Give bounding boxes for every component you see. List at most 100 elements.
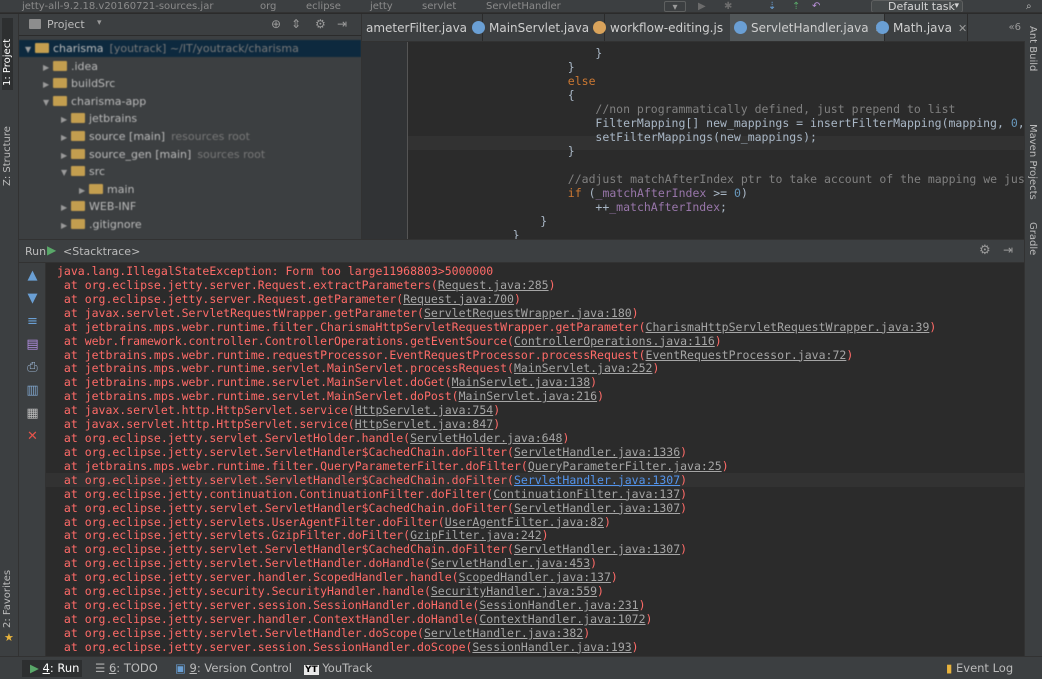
stacktrace-link[interactable]: SecurityHandler.java:559 — [431, 584, 597, 598]
hide-panel-icon[interactable]: ⇥ — [337, 17, 347, 31]
tab-servlethandler-java[interactable]: ServletHandler.java✕ — [730, 14, 885, 41]
tree-item[interactable]: ▼ src — [19, 163, 361, 180]
tree-item[interactable]: ▶ .gitignore — [19, 216, 361, 233]
stacktrace-link[interactable]: HttpServlet.java:754 — [355, 403, 493, 417]
print-icon[interactable]: ⎙ — [25, 360, 40, 375]
close-icon[interactable]: ✕ — [958, 22, 967, 35]
editor-gutter[interactable] — [362, 42, 408, 239]
tab-gradle[interactable]: Gradle — [1027, 222, 1038, 282]
tab-favorites[interactable]: 2: Favorites — [2, 562, 13, 632]
project-panel-title[interactable]: Project — [47, 18, 85, 31]
tree-item[interactable]: ▼ charisma-app — [19, 93, 361, 110]
chevron-icon[interactable]: ▼ — [25, 41, 35, 58]
tab-math-java[interactable]: Math.java ✕ — [872, 14, 969, 41]
code-editor[interactable]: }} else{//non programmatically defined, j… — [362, 42, 1025, 239]
tree-item[interactable]: ▶ .idea — [19, 58, 361, 75]
tabs-overflow[interactable]: «6 — [1009, 22, 1022, 33]
stacktrace-link[interactable]: MainServlet.java:252 — [514, 361, 652, 375]
stacktrace-link[interactable]: EventRequestProcessor.java:72 — [646, 348, 847, 362]
stacktrace-link[interactable]: ServletHandler.java:1307 — [514, 542, 680, 556]
tab-event-log[interactable]: ▮ Event Log — [946, 660, 1013, 677]
stacktrace-link[interactable]: Request.java:285 — [438, 278, 549, 292]
search-everywhere-icon[interactable]: ⌕ — [1026, 1, 1032, 12]
clear-icon[interactable]: ▥ — [25, 383, 40, 398]
chevron-icon[interactable]: ▶ — [79, 182, 89, 199]
stacktrace-link[interactable]: QueryParameterFilter.java:25 — [528, 459, 722, 473]
up-arrow-icon[interactable]: ▲ — [25, 268, 40, 283]
chevron-icon[interactable]: ▼ — [61, 164, 71, 181]
tree-item[interactable]: ▶ jetbrains — [19, 110, 361, 127]
tab-stacktrace[interactable]: <Stacktrace> — [63, 245, 140, 258]
stacktrace-link[interactable]: SessionHandler.java:193 — [472, 640, 631, 654]
gear-icon[interactable]: ⚙ — [979, 243, 991, 258]
tree-item[interactable]: ▶ main — [19, 181, 361, 198]
run-icon[interactable]: ▶ — [47, 243, 56, 257]
tree-item[interactable]: ▶ buildSrc — [19, 75, 361, 92]
stacktrace-link[interactable]: ServletHolder.java:648 — [410, 431, 562, 445]
tab-ameterfilter-java[interactable]: ameterFilter.java✕ — [362, 14, 484, 41]
run-icon[interactable]: ▶ — [698, 1, 706, 12]
stacktrace-link[interactable]: UserAgentFilter.java:82 — [445, 515, 604, 529]
stacktrace-link[interactable]: SessionHandler.java:231 — [479, 598, 638, 612]
breadcrumb-jetty[interactable]: jetty — [370, 0, 393, 12]
run-config-select[interactable]: Default task ▾ — [871, 0, 963, 12]
tab-youtrack[interactable]: YT YouTrack — [304, 660, 372, 677]
scroll-to-end-icon[interactable]: ▤ — [25, 337, 40, 352]
breadcrumb-org[interactable]: org — [260, 0, 276, 12]
stacktrace-link[interactable]: ServletHandler.java:382 — [424, 626, 583, 640]
vcs-update-icon[interactable]: ⇣ — [768, 1, 776, 12]
breadcrumb-servlethandler[interactable]: ServletHandler — [486, 0, 561, 12]
stacktrace-link[interactable]: MainServlet.java:138 — [452, 375, 590, 389]
tree-item[interactable]: ▶ source_gen [main] sources root — [19, 146, 361, 163]
chevron-icon[interactable]: ▶ — [61, 199, 71, 216]
gear-icon[interactable]: ⚙ — [315, 17, 326, 31]
tab-run[interactable]: ▶ 4: Run — [22, 660, 82, 677]
down-arrow-icon[interactable]: ▼ — [25, 291, 40, 306]
chevron-icon[interactable]: ▶ — [61, 129, 71, 146]
breadcrumb-eclipse[interactable]: eclipse — [306, 0, 341, 12]
tree-item[interactable]: ▶ source [main] resources root — [19, 128, 361, 145]
tab-workflow-editing-js[interactable]: workflow-editing.js✕ — [589, 14, 740, 41]
vcs-commit-icon[interactable]: ⇡ — [792, 1, 800, 12]
chevron-icon[interactable]: ▶ — [43, 59, 53, 76]
chevron-icon[interactable]: ▶ — [61, 147, 71, 164]
stacktrace-link[interactable]: HttpServlet.java:847 — [355, 417, 493, 431]
tab-mainservlet-java[interactable]: MainServlet.java✕ — [468, 14, 606, 41]
tab-todo[interactable]: ☰ 6: TODO — [95, 660, 158, 677]
chevron-down-icon[interactable]: ▾ — [97, 18, 102, 28]
stacktrace-link[interactable]: ControllerOperations.java:116 — [514, 334, 715, 348]
stacktrace-link[interactable]: ServletHandler.java:1336 — [514, 445, 680, 459]
tab-version-control[interactable]: ▣ 9: Version Control — [175, 660, 292, 677]
chevron-icon[interactable]: ▶ — [61, 111, 71, 128]
target-icon[interactable]: ⊕ — [271, 17, 281, 31]
hide-panel-icon[interactable]: ⇥ — [1003, 243, 1013, 257]
tab-project[interactable]: 1: Project — [2, 18, 13, 90]
stacktrace-link[interactable]: CharismaHttpServletRequestWrapper.java:3… — [646, 320, 930, 334]
stacktrace-link[interactable]: Request.java:700 — [403, 292, 514, 306]
chevron-icon[interactable]: ▶ — [43, 76, 53, 93]
chevron-icon[interactable]: ▼ — [43, 94, 53, 111]
stacktrace-link[interactable]: ContinuationFilter.java:137 — [493, 487, 680, 501]
stacktrace-link[interactable]: ServletHandler.java:453 — [431, 556, 590, 570]
chevron-icon[interactable]: ▶ — [61, 217, 71, 234]
run-dropdown[interactable]: ▾ — [664, 1, 686, 12]
close-icon[interactable]: ✕ — [25, 429, 40, 444]
stacktrace-link[interactable]: ServletHandler.java:1307 — [514, 473, 680, 487]
stacktrace-link[interactable]: ScopedHandler.java:137 — [459, 570, 611, 584]
stacktrace-link[interactable]: ContextHandler.java:1072 — [479, 612, 645, 626]
breadcrumb-jar[interactable]: jetty-all-9.2.18.v20160721-sources.jar — [22, 0, 213, 12]
soft-wrap-icon[interactable]: ≡ — [25, 314, 40, 329]
stacktrace-link[interactable]: MainServlet.java:216 — [459, 389, 597, 403]
debug-icon[interactable]: ✱ — [724, 1, 732, 12]
undo-icon[interactable]: ↶ — [812, 1, 820, 12]
export-icon[interactable]: ▦ — [25, 406, 40, 421]
stacktrace-link[interactable]: ServletHandler.java:1307 — [514, 501, 680, 515]
collapse-all-icon[interactable]: ⇕ — [291, 17, 301, 31]
stacktrace-link[interactable]: GzipFilter.java:242 — [410, 528, 542, 542]
tree-item[interactable]: ▶ WEB-INF — [19, 198, 361, 215]
tab-structure[interactable]: Z: Structure — [2, 110, 13, 190]
console-output[interactable]: java.lang.IllegalStateException: Form to… — [46, 263, 1024, 656]
stacktrace-link[interactable]: ServletRequestWrapper.java:180 — [424, 306, 632, 320]
tab-maven-projects[interactable]: Maven Projects — [1027, 124, 1038, 216]
tab-ant-build[interactable]: Ant Build — [1027, 26, 1038, 102]
